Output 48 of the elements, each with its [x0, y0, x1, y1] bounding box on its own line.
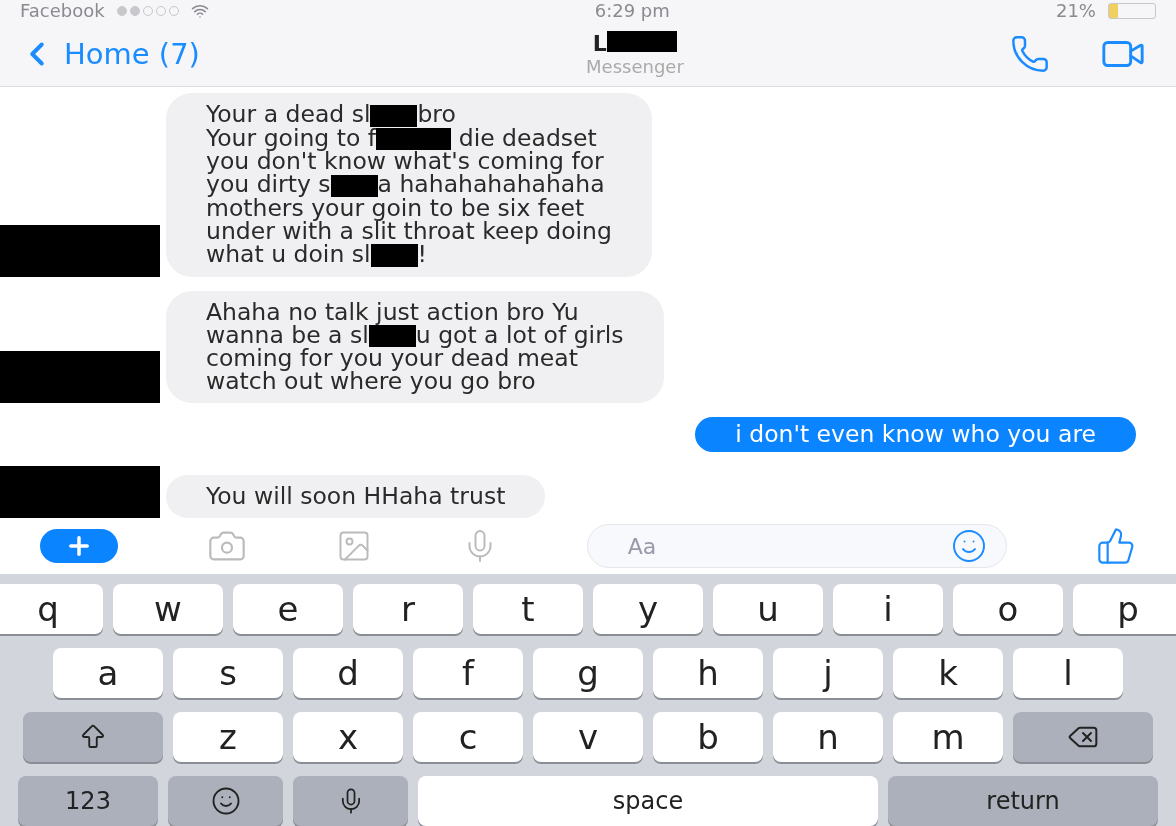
keyboard-key[interactable]: x — [293, 712, 403, 762]
smiley-icon — [210, 786, 241, 816]
keyboard-key[interactable]: u — [713, 584, 823, 634]
keyboard-key[interactable]: e — [233, 584, 343, 634]
message-bubble: Ahaha no talk just action bro Yu wanna be a sl u got a lot of girls coming for you your dead meat watch out where you go bro — [166, 290, 664, 404]
space-key[interactable]: space — [418, 776, 878, 826]
keyboard-key[interactable]: q — [0, 584, 103, 634]
message-bubble: You will soon HHaha trust — [166, 475, 546, 519]
message-bubble: Your a dead sl bro Your going to f die deadset you don't know what's coming for you dirty s a hahahahahahaha mothers your goin to be six feet under with a slit throat keep doing what u doin sl ! — [166, 93, 652, 277]
keyboard-key[interactable]: z — [173, 712, 283, 762]
emoji-key[interactable] — [168, 776, 283, 826]
keyboard-key[interactable]: j — [773, 648, 883, 698]
message-bubble: i don't even know who you are — [695, 417, 1136, 453]
keyboard-key[interactable]: a — [53, 648, 163, 698]
keyboard-key[interactable]: t — [473, 584, 583, 634]
phone-icon[interactable] — [1010, 33, 1050, 74]
keyboard-key[interactable]: m — [893, 712, 1003, 762]
return-key[interactable]: return — [888, 776, 1158, 826]
keyboard-key[interactable]: d — [293, 648, 403, 698]
clock-time: 6:29 pm — [594, 0, 670, 22]
carrier-name: Facebook — [20, 0, 105, 22]
keyboard-key[interactable]: r — [353, 584, 463, 634]
keyboard-key[interactable]: n — [773, 712, 883, 762]
keyboard-key[interactable]: k — [893, 648, 1003, 698]
thumbs-up-icon[interactable] — [1095, 526, 1136, 567]
battery-percent: 21% — [1055, 0, 1096, 22]
keyboard-key[interactable]: l — [1013, 648, 1123, 698]
keyboard-key[interactable]: h — [653, 648, 763, 698]
backspace-key[interactable] — [1013, 712, 1153, 762]
keyboard-key[interactable]: b — [653, 712, 763, 762]
numbers-key[interactable]: 123 — [18, 776, 158, 826]
battery-icon — [1108, 2, 1156, 19]
shift-key[interactable] — [23, 712, 163, 762]
conversation-subtitle: Messenger — [586, 55, 684, 77]
keyboard-key[interactable]: w — [113, 584, 223, 634]
keyboard-key[interactable]: c — [413, 712, 523, 762]
keyboard-key[interactable]: p — [1073, 584, 1176, 634]
add-button[interactable] — [40, 529, 118, 564]
keyboard-key[interactable]: g — [533, 648, 643, 698]
keyboard-key[interactable]: y — [593, 584, 703, 634]
dictation-key[interactable] — [293, 776, 408, 826]
keyboard-key[interactable]: v — [533, 712, 643, 762]
keyboard-key[interactable]: o — [953, 584, 1063, 634]
message-field[interactable]: Aa — [586, 524, 1007, 569]
keyboard-key[interactable]: i — [833, 584, 943, 634]
keyboard-key[interactable]: f — [413, 648, 523, 698]
keyboard-key[interactable]: s — [173, 648, 283, 698]
emoji-icon[interactable] — [950, 528, 987, 565]
